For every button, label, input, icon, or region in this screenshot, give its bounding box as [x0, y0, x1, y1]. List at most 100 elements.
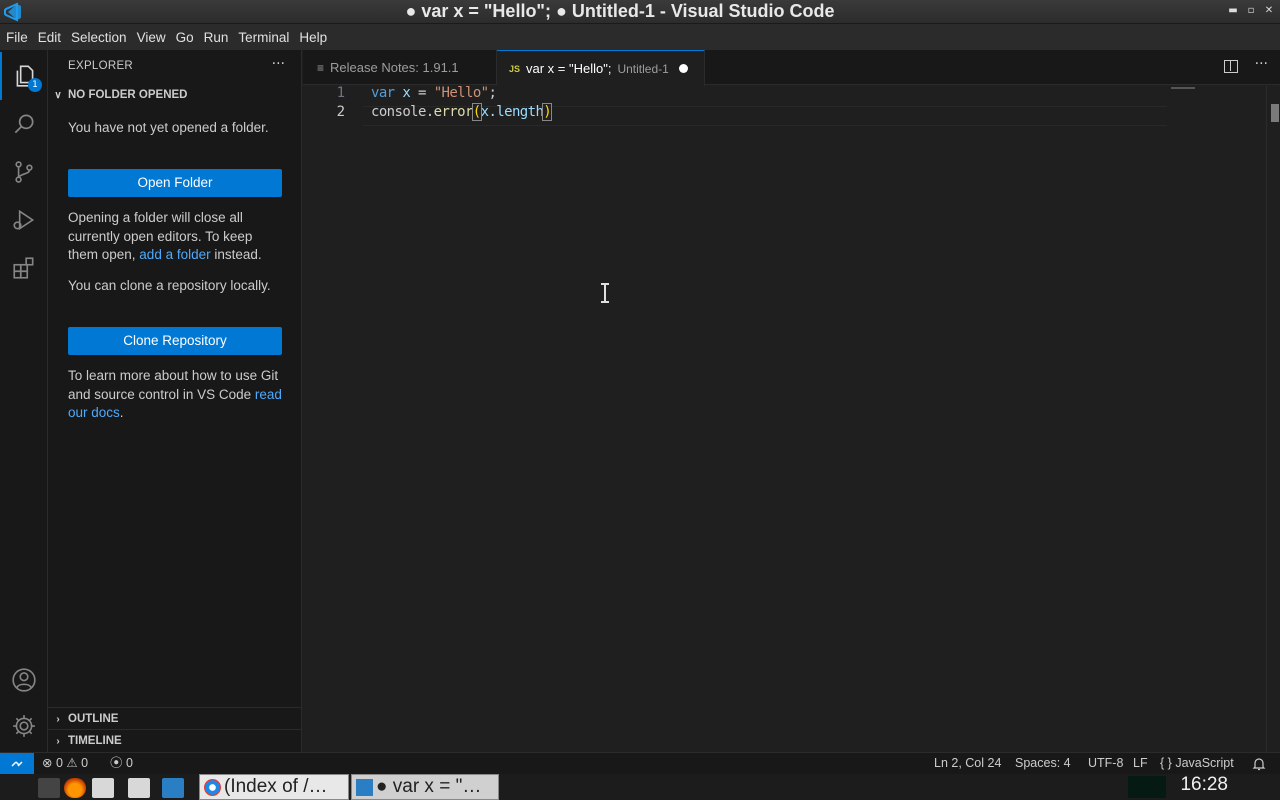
activity-manage[interactable] — [0, 702, 48, 750]
language-label: JavaScript — [1175, 756, 1234, 770]
title-bar: ● var x = "Hello"; ● Untitled-1 - Visual… — [0, 0, 1280, 24]
menu-selection[interactable]: Selection — [71, 30, 127, 45]
tray-area — [1128, 776, 1166, 798]
code-token: = — [410, 85, 434, 101]
clock[interactable]: 16:28 — [1180, 774, 1228, 796]
close-icon[interactable]: ✕ — [1262, 4, 1276, 18]
sidebar-title: EXPLORER — [68, 60, 134, 72]
menu-bar: File Edit Selection View Go Run Terminal… — [0, 24, 1280, 50]
open-folder-button[interactable]: Open Folder — [68, 169, 282, 197]
file-manager-icon[interactable] — [92, 778, 114, 798]
braces-icon: { } — [1160, 756, 1172, 770]
maximize-icon[interactable]: ▫ — [1244, 4, 1258, 18]
more-actions-icon[interactable]: ··· — [272, 56, 285, 72]
text-cursor-icon — [601, 283, 609, 303]
timeline-section-header[interactable]: › TIMELINE — [48, 730, 302, 752]
activity-explorer[interactable]: 1 — [0, 52, 48, 100]
add-folder-link[interactable]: add a folder — [139, 247, 210, 262]
open-info-text-end: instead. — [210, 247, 262, 262]
firefox-icon[interactable] — [64, 778, 86, 798]
source-control-icon — [15, 161, 33, 183]
git-info-text: To learn more about how to use Git and s… — [68, 368, 279, 402]
bell-icon[interactable] — [1252, 753, 1266, 775]
activity-extensions[interactable] — [0, 244, 48, 292]
unsaved-dot-icon[interactable] — [678, 64, 688, 73]
tab-label: Release Notes: 1.91.1 — [330, 60, 459, 75]
encoding[interactable]: UTF-8 — [1088, 753, 1123, 775]
javascript-file-icon: JS — [509, 63, 521, 74]
tab-release-notes[interactable]: ≡ Release Notes: 1.91.1 — [303, 50, 497, 85]
taskbar-task-vscode[interactable]: ● var x = "… — [351, 774, 499, 800]
activity-search[interactable] — [0, 100, 48, 148]
activity-accounts[interactable] — [0, 656, 48, 704]
ports-status[interactable]: ⦿ 0 — [110, 753, 133, 775]
show-desktop-icon[interactable] — [38, 778, 60, 798]
code-line[interactable]: console.error(x.length) — [371, 103, 553, 121]
line-number: 1 — [336, 85, 345, 101]
git-info: To learn more about how to use Git and s… — [68, 367, 286, 423]
extensions-icon — [13, 257, 34, 279]
run-debug-icon — [13, 209, 35, 231]
vscode-launcher-icon[interactable] — [162, 778, 184, 798]
outline-section-header[interactable]: › OUTLINE — [48, 708, 302, 730]
code-token: ( — [471, 103, 482, 121]
no-folder-message: You have not yet opened a folder. — [68, 120, 269, 135]
more-actions-icon[interactable]: ··· — [1255, 56, 1268, 72]
chromium-icon — [204, 779, 221, 796]
clone-repository-button[interactable]: Clone Repository — [68, 327, 282, 355]
menu-file[interactable]: File — [6, 30, 28, 45]
tab-description: Untitled-1 — [617, 61, 669, 76]
error-icon: ⊗ — [42, 756, 53, 770]
git-info-text-end: . — [119, 405, 124, 420]
cursor-position[interactable]: Ln 2, Col 24 — [934, 753, 1001, 775]
problems-status[interactable]: ⊗ 0 ⚠ 0 — [42, 753, 88, 775]
tab-label: var x = "Hello"; — [526, 61, 612, 76]
code-editor[interactable]: 1 2 var x = "Hello"; console.error(x.len… — [303, 85, 1280, 752]
code-token: "Hello" — [433, 85, 489, 101]
search-icon — [14, 114, 34, 134]
split-editor-icon[interactable] — [1224, 60, 1238, 73]
editor-scrollbar[interactable] — [1266, 86, 1280, 752]
code-line[interactable]: var x = "Hello"; — [371, 85, 497, 101]
no-folder-section-header[interactable]: ∨ NO FOLDER OPENED — [48, 84, 302, 106]
menu-help[interactable]: Help — [299, 30, 327, 45]
activity-bar: 1 — [0, 50, 48, 752]
code-token: ) — [542, 103, 553, 121]
warning-icon: ⚠ — [66, 756, 78, 770]
gear-icon — [13, 715, 35, 737]
indentation[interactable]: Spaces: 4 — [1015, 753, 1071, 775]
tab-untitled-1[interactable]: JS var x = "Hello"; Untitled-1 — [497, 50, 705, 86]
remote-icon[interactable] — [0, 753, 34, 775]
minimize-icon[interactable]: ▬ — [1226, 4, 1240, 18]
firefox-launcher-icon[interactable] — [128, 778, 150, 798]
minimap[interactable] — [1171, 87, 1195, 89]
code-token: x — [402, 85, 411, 101]
explorer-badge: 1 — [28, 78, 42, 92]
menu-edit[interactable]: Edit — [38, 30, 61, 45]
task-label: ● var x = "… — [376, 776, 482, 797]
status-bar: ⊗ 0 ⚠ 0 ⦿ 0 Ln 2, Col 24 Spaces: 4 UTF-8… — [0, 752, 1280, 775]
end-of-line[interactable]: LF — [1133, 753, 1148, 775]
code-token: x.length — [480, 104, 544, 120]
code-token: var — [371, 85, 395, 101]
scrollbar-thumb[interactable] — [1271, 104, 1279, 122]
taskbar-task-browser[interactable]: (Index of /… — [199, 774, 349, 800]
open-folder-info: Opening a folder will close all currentl… — [68, 209, 286, 265]
line-number: 2 — [336, 104, 345, 120]
language-mode[interactable]: { } JavaScript — [1160, 753, 1234, 775]
code-token: console. — [371, 104, 434, 120]
menu-view[interactable]: View — [137, 30, 166, 45]
code-token: error — [433, 104, 474, 120]
error-count: 0 — [55, 756, 63, 770]
preview-icon: ≡ — [317, 60, 325, 75]
editor-tabs: ≡ Release Notes: 1.91.1 JS var x = "Hell… — [303, 50, 1280, 86]
activity-run-debug[interactable] — [0, 196, 48, 244]
menu-go[interactable]: Go — [176, 30, 194, 45]
os-taskbar: (Index of /… ● var x = "… 16:28 — [0, 774, 1280, 800]
warning-count: 0 — [81, 756, 89, 770]
activity-source-control[interactable] — [0, 148, 48, 196]
broadcast-icon: ⦿ — [110, 756, 123, 770]
menu-terminal[interactable]: Terminal — [238, 30, 289, 45]
code-token: ; — [488, 85, 497, 101]
menu-run[interactable]: Run — [204, 30, 229, 45]
